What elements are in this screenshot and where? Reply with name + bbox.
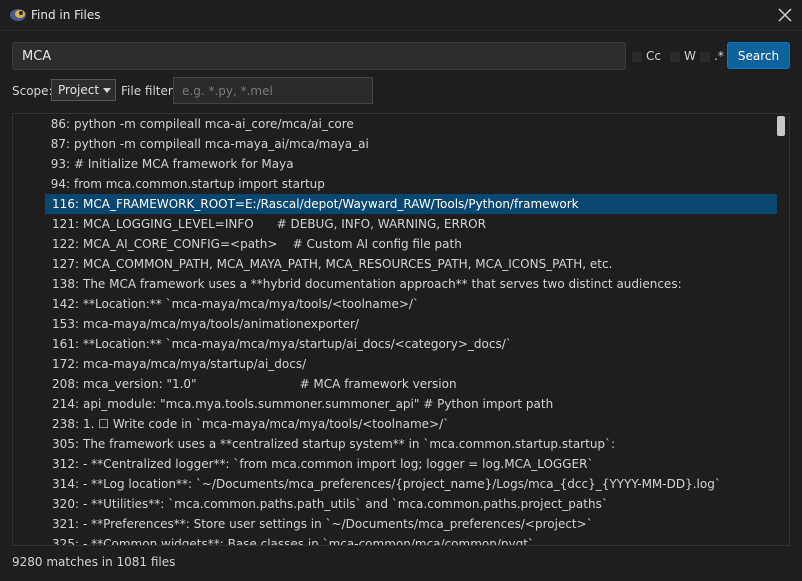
result-row[interactable]: 312: - **Centralized logger**: `from mca.… xyxy=(45,454,777,474)
result-row[interactable]: 208: mca_version: "1.0" # MCA framework v… xyxy=(45,374,777,394)
result-line-number: 214: xyxy=(52,397,79,411)
result-line-number: 305: xyxy=(52,437,79,451)
result-text: mca-maya/mca/mya/startup/ai_docs/ xyxy=(83,357,307,371)
result-line-number: 121: xyxy=(52,217,79,231)
result-line-number: 122: xyxy=(52,237,79,251)
result-line-number: 208: xyxy=(52,377,79,391)
result-line-number: 138: xyxy=(52,277,79,291)
result-row[interactable]: 116: MCA_FRAMEWORK_ROOT=E:/Rascal/depot/W… xyxy=(45,194,777,214)
result-line-number: 94: xyxy=(50,177,70,191)
search-button[interactable]: Search xyxy=(727,42,790,69)
result-text: python -m compileall mca-maya_ai/mca/may… xyxy=(74,137,369,151)
result-row[interactable]: 172: mca-maya/mca/mya/startup/ai_docs/ xyxy=(45,354,777,374)
result-text: MCA_AI_CORE_CONFIG=<path> # Custom AI co… xyxy=(83,237,462,251)
status-text: 9280 matches in 1081 files xyxy=(12,555,176,569)
result-row[interactable]: 325: - **Common widgets**: Base classes i… xyxy=(45,534,777,546)
result-line-number: 325: xyxy=(52,537,79,546)
results-scrollbar[interactable] xyxy=(775,114,789,545)
result-line-number: 312: xyxy=(52,457,79,471)
result-text: # Initialize MCA framework for Maya xyxy=(74,157,294,171)
result-row[interactable]: 314: - **Log location**: `~/Documents/mca… xyxy=(45,474,777,494)
results-list[interactable]: 86: python -m compileall mca-ai_core/mca/… xyxy=(12,113,790,546)
result-line-number: 127: xyxy=(52,257,79,271)
result-text: python -m compileall mca-ai_core/mca/ai_… xyxy=(74,117,354,131)
scope-select[interactable]: Project xyxy=(51,79,116,101)
result-text: **Location:** `mca-maya/mca/mya/tools/<t… xyxy=(83,297,419,311)
result-text: mca-maya/mca/mya/tools/animationexporter… xyxy=(83,317,359,331)
result-text: MCA_LOGGING_LEVEL=INFO # DEBUG, INFO, WA… xyxy=(83,217,486,231)
result-row[interactable]: 94: from mca.common.startup import startu… xyxy=(45,174,777,194)
result-line-number: 153: xyxy=(52,317,79,331)
result-text: MCA_FRAMEWORK_ROOT=E:/Rascal/depot/Waywa… xyxy=(83,197,579,211)
result-row[interactable]: 238: 1. ☐ Write code in `mca-maya/mca/mya… xyxy=(45,414,777,434)
result-text: - **Log location**: `~/Documents/mca_pre… xyxy=(83,477,721,491)
result-text: - **Common widgets**: Base classes in `m… xyxy=(83,537,534,546)
result-row[interactable]: 305: The framework uses a **centralized s… xyxy=(45,434,777,454)
result-row[interactable]: 142: **Location:** `mca-maya/mca/mya/tool… xyxy=(45,294,777,314)
result-text: from mca.common.startup import startup xyxy=(74,177,325,191)
result-text: MCA_COMMON_PATH, MCA_MAYA_PATH, MCA_RESO… xyxy=(83,257,613,271)
result-line-number: 87: xyxy=(50,137,70,151)
result-line-number: 314: xyxy=(52,477,79,491)
result-row[interactable]: 161: **Location:** `mca-maya/mca/mya/star… xyxy=(45,334,777,354)
whole-word-checkbox[interactable] xyxy=(670,51,680,62)
result-row[interactable]: 214: api_module: "mca.mya.tools.summoner.… xyxy=(45,394,777,414)
result-text: mca_version: "1.0" # MCA framework versi… xyxy=(83,377,457,391)
whole-word-label: W xyxy=(684,49,696,63)
result-row[interactable]: 153: mca-maya/mca/mya/tools/animationexpo… xyxy=(45,314,777,334)
result-row[interactable]: 121: MCA_LOGGING_LEVEL=INFO # DEBUG, INFO… xyxy=(45,214,777,234)
result-text: - **Preferences**: Store user settings i… xyxy=(83,517,593,531)
result-row[interactable]: 87: python -m compileall mca-maya_ai/mca/… xyxy=(45,134,777,154)
app-logo-icon xyxy=(10,9,26,21)
result-line-number: 321: xyxy=(52,517,79,531)
result-text: The framework uses a **centralized start… xyxy=(83,437,616,451)
result-line-number: 320: xyxy=(52,497,79,511)
result-row[interactable]: 321: - **Preferences**: Store user settin… xyxy=(45,514,777,534)
result-line-number: 172: xyxy=(52,357,79,371)
result-line-number: 238: xyxy=(52,417,79,431)
result-row[interactable]: 93: # Initialize MCA framework for Maya xyxy=(45,154,777,174)
result-row[interactable]: 127: MCA_COMMON_PATH, MCA_MAYA_PATH, MCA_… xyxy=(45,254,777,274)
title-bar: Find in Files xyxy=(0,0,802,31)
result-text: api_module: "mca.mya.tools.summoner.summ… xyxy=(83,397,554,411)
regex-checkbox[interactable] xyxy=(700,51,710,62)
match-case-checkbox[interactable] xyxy=(632,51,642,62)
result-line-number: 142: xyxy=(52,297,79,311)
scope-label: Scope: xyxy=(12,84,53,98)
regex-label: .* xyxy=(714,49,724,63)
match-case-label: Cc xyxy=(646,49,661,63)
close-icon[interactable] xyxy=(768,0,802,30)
result-row[interactable]: 320: - **Utilities**: `mca.common.paths.p… xyxy=(45,494,777,514)
result-text: **Location:** `mca-maya/mca/mya/startup/… xyxy=(83,337,512,351)
result-line-number: 93: xyxy=(50,157,70,171)
file-filter-input[interactable] xyxy=(173,77,373,104)
scope-value: Project xyxy=(58,83,100,97)
result-text: The MCA framework uses a **hybrid docume… xyxy=(83,277,682,291)
result-row[interactable]: 86: python -m compileall mca-ai_core/mca/… xyxy=(45,114,777,134)
search-input[interactable] xyxy=(12,42,626,70)
result-line-number: 116: xyxy=(52,197,79,211)
result-line-number: 161: xyxy=(52,337,79,351)
regex-toggle[interactable]: .* xyxy=(700,46,724,66)
whole-word-toggle[interactable]: W xyxy=(670,46,696,66)
result-row[interactable]: 138: The MCA framework uses a **hybrid do… xyxy=(45,274,777,294)
result-line-number: 86: xyxy=(50,117,70,131)
result-text: - **Utilities**: `mca.common.paths.path_… xyxy=(83,497,608,511)
result-text: 1. ☐ Write code in `mca-maya/mca/mya/too… xyxy=(83,417,450,431)
window-title: Find in Files xyxy=(31,8,101,22)
result-row[interactable]: 122: MCA_AI_CORE_CONFIG=<path> # Custom A… xyxy=(45,234,777,254)
result-text: - **Centralized logger**: `from mca.comm… xyxy=(83,457,594,471)
file-filter-label: File filter: xyxy=(121,84,177,98)
match-case-toggle[interactable]: Cc xyxy=(632,46,661,66)
scrollbar-thumb[interactable] xyxy=(777,116,785,136)
chevron-down-icon xyxy=(103,88,111,93)
